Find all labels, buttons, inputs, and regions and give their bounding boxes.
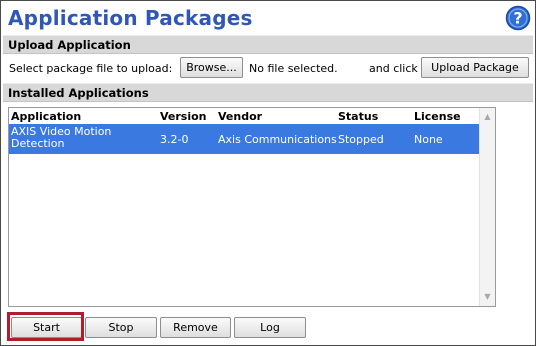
start-button[interactable]: Start xyxy=(11,317,82,338)
application-packages-window: Application Packages ? Upload Applicatio… xyxy=(0,0,536,346)
page-title: Application Packages xyxy=(8,6,253,30)
installed-section-header: Installed Applications xyxy=(3,83,533,102)
scroll-up-icon[interactable]: ▲ xyxy=(480,110,495,124)
cell-application: AXIS Video Motion Detection xyxy=(11,125,112,150)
svg-text:?: ? xyxy=(513,9,522,28)
column-header-license[interactable]: License xyxy=(414,110,461,123)
upload-row: Select package file to upload: Browse...… xyxy=(1,56,536,80)
browse-button[interactable]: Browse... xyxy=(180,57,243,78)
upload-section-header: Upload Application xyxy=(3,35,533,54)
cell-vendor: Axis Communications xyxy=(218,133,337,146)
cell-version: 3.2-0 xyxy=(160,133,189,146)
cell-status: Stopped xyxy=(338,133,384,146)
table-row[interactable]: AXIS Video Motion Detection 3.2-0 Axis C… xyxy=(9,124,479,154)
cell-license: None xyxy=(414,133,443,146)
and-click-label: and click xyxy=(369,62,418,75)
action-buttons: Start Stop Remove Log xyxy=(1,312,536,341)
file-status-label: No file selected. xyxy=(249,62,338,75)
column-header-version[interactable]: Version xyxy=(160,110,207,123)
column-header-application[interactable]: Application xyxy=(11,110,81,123)
column-header-vendor[interactable]: Vendor xyxy=(218,110,262,123)
stop-button[interactable]: Stop xyxy=(85,317,157,338)
column-header-status[interactable]: Status xyxy=(338,110,378,123)
upload-package-button[interactable]: Upload Package xyxy=(421,57,529,78)
upload-prompt-label: Select package file to upload: xyxy=(9,62,173,75)
installed-applications-list[interactable]: Application Version Vendor Status Licens… xyxy=(8,107,496,307)
vertical-scrollbar[interactable]: ▲ ▼ xyxy=(479,108,495,306)
help-icon[interactable]: ? xyxy=(505,5,531,31)
title-bar: Application Packages ? xyxy=(7,5,531,31)
remove-button[interactable]: Remove xyxy=(160,317,231,338)
scroll-down-icon[interactable]: ▼ xyxy=(480,290,495,304)
table-header: Application Version Vendor Status Licens… xyxy=(9,108,479,124)
log-button[interactable]: Log xyxy=(234,317,306,338)
